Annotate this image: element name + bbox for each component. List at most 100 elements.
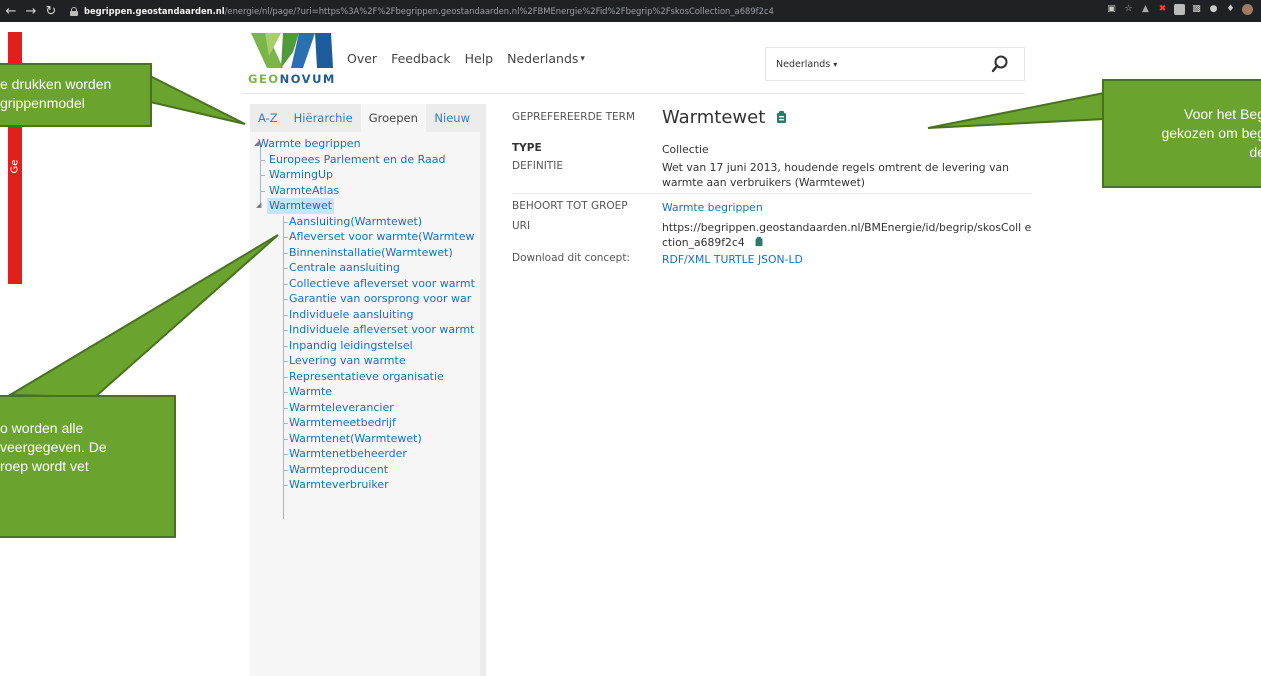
tree-item-child[interactable]: Representatieve organisatie [250, 369, 480, 385]
nav-over[interactable]: Over [347, 51, 377, 66]
tree-item-child[interactable]: Warmteverbruiker [250, 477, 480, 493]
tree-item-child[interactable]: Warmtenetbeheerder [250, 446, 480, 462]
lock-icon [70, 6, 78, 16]
forward-arrow-icon[interactable]: → [22, 4, 40, 19]
search-input[interactable] [852, 49, 988, 79]
callout-left-bottom: o worden alle veergegeven. De roep wordt… [0, 395, 176, 538]
extension-icon[interactable]: ▩ [1191, 4, 1202, 15]
tab-nieuw[interactable]: Nieuw [426, 104, 480, 132]
tree-connector [283, 423, 288, 424]
tree-children: Aansluiting(Warmtewet) Afleverset voor wa… [250, 214, 480, 493]
nav-language[interactable]: Nederlands ▾ [507, 51, 585, 66]
concept-detail: GEPREFEREERDE TERM Warmtewet TYPE Collec… [512, 109, 1032, 268]
tree-connector [260, 159, 265, 161]
callout-text: o worden alle veergegeven. De roep wordt… [0, 420, 107, 474]
nav-feedback[interactable]: Feedback [391, 51, 451, 66]
group-link[interactable]: Warmte begrippen [662, 200, 1032, 216]
header-divider [243, 93, 1025, 94]
download-rdf-link[interactable]: RDF/XML [662, 253, 710, 266]
extension-icon[interactable]: ● [1208, 4, 1219, 15]
tree-item-label: Collectieve afleverset voor warmt [289, 276, 475, 290]
tab-groepen[interactable]: Groepen [360, 104, 426, 132]
tree-item-selected[interactable]: ◢ Warmtewet [250, 198, 480, 214]
sidebar: A-Z Hiërarchie Groepen Nieuw ◢ Warmte be… [250, 104, 486, 676]
tree-connector [283, 314, 288, 316]
browser-toolbar: ← → ↻ begrippen.geostandaarden.nl /energ… [0, 0, 1261, 22]
tree-connector [283, 376, 288, 378]
address-bar[interactable]: begrippen.geostandaarden.nl /energie/nl/… [70, 2, 774, 20]
uri-row: URI https://begrippen.geostandaarden.nl/… [512, 216, 1032, 250]
tree-item-child[interactable]: Centrale aansluiting [250, 260, 480, 276]
tree-connector [283, 330, 288, 331]
tree-connector [283, 392, 288, 393]
pref-label-value-cell: Warmtewet [662, 109, 1032, 142]
tree-item-label: Levering van warmte [289, 354, 406, 367]
nav-language-label: Nederlands [507, 51, 579, 66]
callout-pointer [6, 234, 279, 399]
type-row: TYPE Collectie [512, 142, 1032, 157]
pref-label-key: GEPREFEREERDE TERM [512, 111, 636, 123]
tree-item-child[interactable]: Warmteleverancier [250, 400, 480, 416]
logo-novum-text: NOVUM [279, 72, 336, 86]
tree-connector [283, 283, 288, 285]
extension-icon[interactable]: ▲ [1140, 4, 1151, 15]
tree-item-child[interactable]: Collectieve afleverset voor warmt [250, 276, 480, 292]
copy-icon[interactable] [775, 110, 788, 124]
tree-item-label: Warmtenetbeheerder [289, 447, 407, 460]
concept-tree: ◢ Warmte begrippen Europees Parlement en… [250, 132, 480, 519]
profile-avatar-icon[interactable] [1242, 4, 1253, 15]
tree-item-child[interactable]: Afleverset voor warmte(Warmtew [250, 229, 480, 245]
type-value: Collectie [662, 143, 709, 156]
download-row: Download dit concept: RDF/XML TURTLE JSO… [512, 250, 1032, 268]
definition-row: DEFINITIE Wet van 17 juni 2013, houdende… [512, 157, 1032, 194]
tree-item-child[interactable]: Warmteproducent [250, 462, 480, 478]
search-language-select[interactable]: Nederlands ▾ [776, 59, 852, 70]
definition-value: Wet van 17 juni 2013, houdende regels om… [662, 161, 1009, 189]
tree-item-child[interactable]: Individuele afleverset voor warmt [250, 322, 480, 338]
group-row: BEHOORT TOT GROEP Warmte begrippen [512, 194, 1032, 216]
back-arrow-icon[interactable]: ← [2, 4, 20, 19]
tree-connector [283, 407, 288, 409]
tree-item-child[interactable]: Levering van warmte [250, 353, 480, 369]
tree-item-level1[interactable]: WarmingUp [250, 167, 480, 183]
tree-item-level1[interactable]: Europees Parlement en de Raad [250, 152, 480, 168]
top-navigation: Over Feedback Help Nederlands ▾ [347, 51, 585, 66]
download-jsonld-link[interactable]: JSON-LD [758, 253, 803, 266]
tree-item-child[interactable]: Individuele aansluiting [250, 307, 480, 323]
tree-item-root[interactable]: ◢ Warmte begrippen [250, 136, 480, 152]
tree-item-label: Afleverset voor warmte(Warmtew [289, 230, 475, 243]
tree-item-label: Warmtemeetbedrijf [289, 416, 396, 429]
logo-wordmark: GEONOVUM [248, 72, 336, 86]
tab-hierarchie[interactable]: Hiërarchie [286, 104, 361, 132]
page: ← → ↻ begrippen.geostandaarden.nl /energ… [0, 0, 1261, 676]
extension-icons: ▣ ☆ ▲ ✖ ▩ ● ♦ [1106, 4, 1253, 15]
tree-item-child[interactable]: Binneninstallatie(Warmtewet) [250, 245, 480, 261]
download-key: Download dit concept: [512, 252, 630, 264]
tree-item-child[interactable]: Warmtemeetbedrijf [250, 415, 480, 431]
search-icon[interactable] [988, 52, 1012, 76]
puzzle-icon[interactable]: ♦ [1225, 4, 1236, 15]
tree-item-child[interactable]: Inpandig leidingstelsel [250, 338, 480, 354]
star-icon[interactable]: ☆ [1123, 4, 1134, 15]
tree-item-child[interactable]: Aansluiting(Warmtewet) [250, 214, 480, 230]
download-turtle-link[interactable]: TURTLE [714, 253, 755, 266]
tab-a-z[interactable]: A-Z [250, 104, 286, 132]
tree-item-label: Individuele aansluiting [289, 307, 414, 321]
reload-icon[interactable]: ↻ [42, 4, 60, 19]
tree-item-child[interactable]: Warmte [250, 384, 480, 400]
extension-icon[interactable] [1174, 4, 1185, 15]
uri-value: https://begrippen.geostandaarden.nl/BMEn… [662, 221, 1032, 249]
nav-help[interactable]: Help [465, 51, 494, 66]
translate-icon[interactable]: ▣ [1106, 4, 1117, 15]
tree-item-label: WarmteAtlas [269, 183, 340, 197]
tree-item-level1[interactable]: WarmteAtlas [250, 183, 480, 199]
extension-icon[interactable]: ✖ [1157, 4, 1168, 15]
tree-item-label: Binneninstallatie(Warmtewet) [289, 245, 453, 259]
tree-connector [283, 299, 288, 300]
type-key: TYPE [512, 142, 542, 154]
tree-connector [283, 454, 288, 455]
copy-icon[interactable] [754, 236, 764, 247]
tree-item-child[interactable]: Warmtenet(Warmtewet) [250, 431, 480, 447]
collapse-triangle-icon[interactable]: ◢ [256, 198, 261, 214]
tree-item-child[interactable]: Garantie van oorsprong voor war [250, 291, 480, 307]
